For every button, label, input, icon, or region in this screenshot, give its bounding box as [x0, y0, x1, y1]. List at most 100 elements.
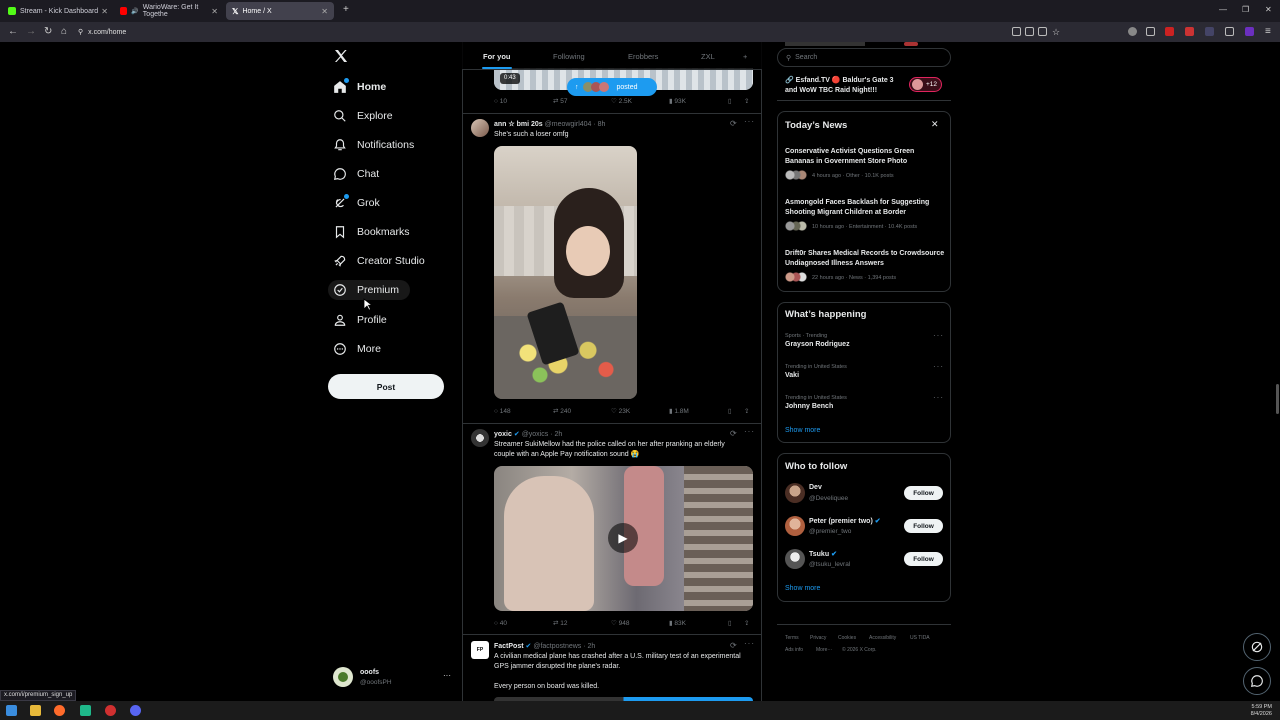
repost-button[interactable]: ⇄ 240: [553, 407, 571, 415]
more-icon[interactable]: ···: [933, 393, 944, 402]
reply-button[interactable]: ○ 40: [494, 620, 507, 627]
post-image[interactable]: [494, 146, 637, 399]
extension-icon[interactable]: [1146, 27, 1155, 36]
obs-icon[interactable]: [105, 705, 116, 716]
url-bar[interactable]: ⚲ x.com/home: [78, 25, 126, 39]
footer-link[interactable]: Privacy: [810, 635, 826, 641]
bookmark-icon[interactable]: ▯: [728, 97, 732, 105]
add-tab-icon[interactable]: +: [743, 52, 747, 61]
grok-chat-button[interactable]: [1243, 633, 1271, 661]
like-button[interactable]: ♡ 23K: [611, 407, 630, 415]
file-explorer-icon[interactable]: [30, 705, 41, 716]
like-button[interactable]: ♡ 2.5K: [611, 97, 632, 105]
post-time[interactable]: · 2h: [550, 431, 562, 438]
more-icon[interactable]: ···: [744, 117, 755, 126]
news-headline[interactable]: Drift0r Shares Medical Records to Crowds…: [785, 249, 945, 269]
browser-tab-kick[interactable]: Stream - Kick Dashboard ✕: [2, 2, 114, 20]
avatar[interactable]: [785, 516, 805, 536]
sidebar-item-creator-studio[interactable]: Creator Studio: [333, 250, 425, 272]
minimize-icon[interactable]: —: [1219, 5, 1227, 14]
repost-button[interactable]: ⇄ 12: [553, 619, 568, 627]
show-more-link[interactable]: Show more: [785, 427, 820, 434]
menu-icon[interactable]: ≡: [1265, 26, 1271, 38]
trend-topic[interactable]: Grayson Rodriguez: [785, 341, 850, 348]
avatar[interactable]: FP: [471, 641, 489, 659]
post-video[interactable]: ▶: [494, 466, 753, 611]
avatar[interactable]: [785, 483, 805, 503]
audio-icon[interactable]: 🔊: [131, 8, 138, 15]
news-headline[interactable]: Conservative Activist Questions Green Ba…: [785, 147, 945, 167]
sidebar-item-explore[interactable]: Explore: [333, 105, 393, 127]
share-icon[interactable]: ⇪: [744, 97, 749, 105]
bookmark-icon[interactable]: ▯: [728, 407, 732, 415]
more-icon[interactable]: ···: [933, 362, 944, 371]
footer-link[interactable]: US TIDA: [910, 635, 930, 641]
bookmark-icon[interactable]: ▯: [728, 619, 732, 627]
grok-icon[interactable]: ⟳: [730, 119, 738, 128]
close-icon[interactable]: ✕: [931, 119, 939, 130]
trend-topic[interactable]: Johnny Bench: [785, 403, 833, 410]
more-icon[interactable]: ···: [744, 427, 755, 436]
extension-purple-icon[interactable]: [1245, 27, 1254, 36]
reload-icon[interactable]: ↻: [44, 26, 52, 38]
back-icon[interactable]: ←: [8, 26, 18, 38]
system-clock[interactable]: 5:59 PM 8/4/2026: [1251, 704, 1272, 718]
footer-link[interactable]: More···: [816, 647, 832, 653]
sidebar-item-bookmarks[interactable]: Bookmarks: [333, 221, 410, 243]
avatar[interactable]: [785, 549, 805, 569]
avatar[interactable]: [471, 119, 489, 137]
follow-button[interactable]: Follow: [904, 486, 943, 500]
sidebar-item-grok[interactable]: Grok: [333, 192, 380, 214]
views-button[interactable]: ▮ 93K: [669, 97, 686, 105]
close-window-icon[interactable]: ✕: [1265, 5, 1272, 14]
sidebar-item-profile[interactable]: Profile: [333, 309, 387, 331]
tab-zxl[interactable]: ZXL: [701, 52, 715, 61]
new-tab-icon[interactable]: +: [343, 4, 349, 15]
live-event-link[interactable]: 🔗 Esfand.TV 🔴 Baldur's Gate 3 and WoW TB…: [785, 76, 905, 96]
sidebar-item-more[interactable]: More: [333, 338, 381, 360]
extension-red-icon[interactable]: [1165, 27, 1174, 36]
grok-icon[interactable]: ⟳: [730, 429, 738, 438]
follow-button[interactable]: Follow: [904, 552, 943, 566]
follow-suggestion-name[interactable]: Tsuku ✔: [809, 550, 837, 558]
footer-link[interactable]: Terms: [785, 635, 799, 641]
new-posts-pill[interactable]: ↑ posted: [567, 78, 657, 96]
views-button[interactable]: ▮ 1.8M: [669, 407, 689, 415]
live-participants[interactable]: +12: [909, 77, 942, 92]
discord-icon[interactable]: [130, 705, 141, 716]
post-time[interactable]: · 8h: [593, 121, 605, 128]
post-button[interactable]: Post: [328, 374, 444, 399]
app-green-icon[interactable]: [80, 705, 91, 716]
trend-topic[interactable]: Vaki: [785, 372, 799, 379]
author-handle[interactable]: @factpostnews: [533, 643, 581, 650]
page-scrollbar[interactable]: [1276, 384, 1279, 414]
show-more-link[interactable]: Show more: [785, 585, 820, 592]
sidebar-item-notifications[interactable]: Notifications: [333, 134, 414, 156]
extension-blue-icon[interactable]: [1205, 27, 1214, 36]
translate-icon[interactable]: [1038, 27, 1047, 36]
follow-suggestion-name[interactable]: Peter (premier two) ✔: [809, 517, 881, 525]
reply-button[interactable]: ○ 148: [494, 408, 511, 415]
extension-audio-icon[interactable]: [1225, 27, 1234, 36]
more-icon[interactable]: ···: [744, 639, 755, 648]
news-headline[interactable]: Asmongold Faces Backlash for Suggesting …: [785, 198, 945, 218]
footer-link[interactable]: Accessibility: [869, 635, 896, 641]
repost-button[interactable]: ⇄ 57: [553, 97, 568, 105]
like-button[interactable]: ♡ 948: [611, 619, 630, 627]
browser-tab-x[interactable]: 𝕏 Home / X ✕: [226, 2, 334, 20]
site-info-icon[interactable]: ⚲: [78, 28, 83, 36]
home-page-icon[interactable]: ⌂: [61, 26, 67, 38]
follow-button[interactable]: Follow: [904, 519, 943, 533]
grok-icon[interactable]: ⟳: [730, 641, 738, 650]
footer-link[interactable]: Cookies: [838, 635, 856, 641]
author-handle[interactable]: @yoxics: [522, 431, 549, 438]
footer-link[interactable]: Ads info: [785, 647, 803, 653]
restore-icon[interactable]: ❐: [1242, 5, 1249, 14]
shield-extension-icon[interactable]: [1128, 27, 1137, 36]
reply-button[interactable]: ○ 10: [494, 98, 507, 105]
follow-suggestion-name[interactable]: Dev: [809, 484, 822, 491]
messages-button[interactable]: [1243, 667, 1271, 695]
share-icon[interactable]: ⇪: [744, 619, 749, 627]
tab-following[interactable]: Following: [553, 52, 585, 61]
author-name[interactable]: ann ☆ bmi 20s: [494, 121, 543, 128]
